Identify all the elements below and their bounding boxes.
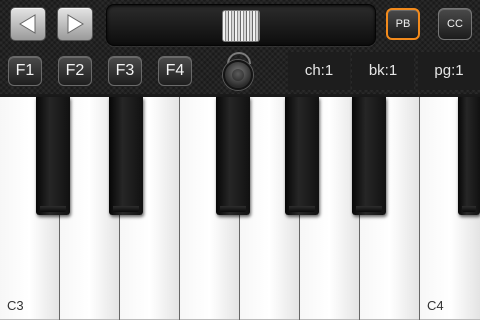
channel-readout[interactable]: ch:1 <box>288 52 350 90</box>
f4-button[interactable]: F4 <box>158 56 192 86</box>
left-arrow-icon <box>19 14 36 34</box>
note-label-c4: C4 <box>427 298 444 313</box>
piano-keyboard: C3 C4 <box>0 97 480 320</box>
control-bar: PB CC F1 F2 F3 F4 ch:1 bk:1 pg:1 <box>0 0 480 94</box>
bank-readout[interactable]: bk:1 <box>352 52 414 90</box>
next-button[interactable] <box>57 7 93 41</box>
f1-button[interactable]: F1 <box>8 56 42 86</box>
black-key-g-sharp3[interactable] <box>285 97 319 215</box>
black-key-d-sharp3[interactable] <box>109 97 143 215</box>
black-key-f-sharp3[interactable] <box>216 97 250 215</box>
right-arrow-icon <box>67 14 84 34</box>
control-change-button[interactable]: CC <box>438 8 472 40</box>
f3-button[interactable]: F3 <box>108 56 142 86</box>
knob-dial <box>223 60 253 90</box>
program-readout[interactable]: pg:1 <box>418 52 480 90</box>
f2-button[interactable]: F2 <box>58 56 92 86</box>
black-key-c-sharp3[interactable] <box>36 97 70 215</box>
pitch-slider-handle[interactable] <box>222 10 260 42</box>
knob-icon[interactable] <box>220 52 254 90</box>
note-label-c3: C3 <box>7 298 24 313</box>
pitch-slider-track[interactable] <box>106 4 376 46</box>
black-key-a-sharp3[interactable] <box>352 97 386 215</box>
black-key-c-sharp4[interactable] <box>458 97 480 215</box>
previous-button[interactable] <box>10 7 46 41</box>
pitch-bend-button[interactable]: PB <box>386 8 420 40</box>
